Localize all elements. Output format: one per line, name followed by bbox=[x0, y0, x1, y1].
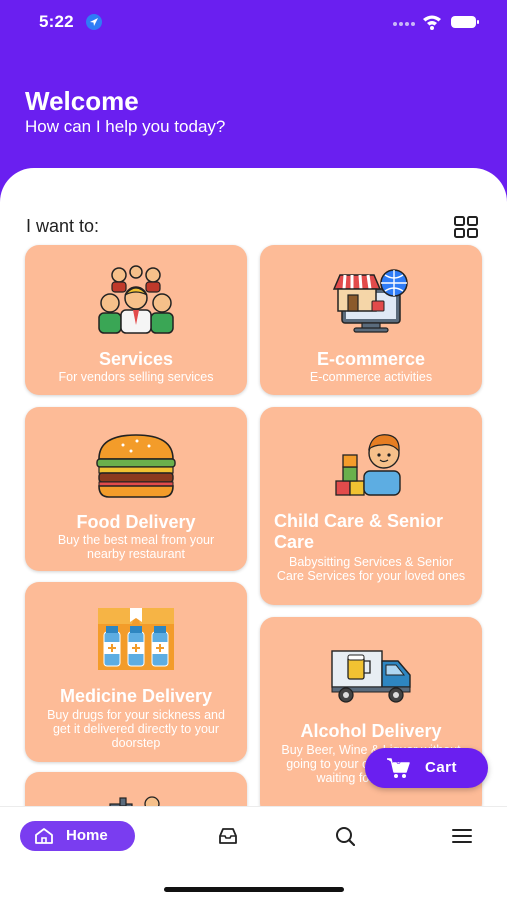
cart-button[interactable]: 0 Cart bbox=[365, 748, 488, 788]
card-services[interactable]: Services For vendors selling services bbox=[25, 245, 247, 395]
beer-truck-icon bbox=[331, 650, 411, 703]
menu-icon[interactable] bbox=[452, 828, 472, 844]
card-partial[interactable] bbox=[25, 772, 247, 808]
burger-icon bbox=[96, 434, 176, 498]
home-label: Home bbox=[66, 827, 108, 844]
card-title: Alcohol Delivery bbox=[300, 721, 442, 741]
home-icon bbox=[35, 828, 53, 844]
card-medicine-delivery[interactable]: Medicine Delivery Buy drugs for your sic… bbox=[25, 582, 247, 762]
card-ecommerce[interactable]: E-commerce E-commerce activities bbox=[260, 245, 482, 395]
status-time: 5:22 bbox=[39, 12, 74, 31]
card-title: Services bbox=[98, 349, 174, 369]
section-title: I want to: bbox=[26, 216, 100, 236]
card-title: Child Care & Senior Care bbox=[274, 511, 444, 552]
card-description: Buy drugs for your sickness and get it d… bbox=[47, 708, 225, 750]
content-sheet: I want to: Services For vendors selling … bbox=[0, 168, 507, 808]
card-food-delivery[interactable]: Food Delivery Buy the best meal from you… bbox=[25, 407, 247, 571]
online-store-icon bbox=[332, 269, 408, 333]
child-blocks-icon bbox=[335, 434, 401, 496]
grid-view-icon[interactable] bbox=[453, 216, 479, 238]
status-bar: 5:22 bbox=[0, 0, 507, 46]
inbox-icon[interactable] bbox=[218, 827, 238, 845]
card-description: E-commerce activities bbox=[309, 370, 433, 384]
cart-count-badge: 0 bbox=[396, 756, 402, 766]
welcome-title: Welcome bbox=[25, 86, 139, 116]
card-title: E-commerce bbox=[316, 349, 426, 369]
location-arrow-icon bbox=[86, 14, 102, 30]
cart-label: Cart bbox=[425, 759, 458, 776]
card-title: Medicine Delivery bbox=[59, 686, 213, 706]
bottom-nav: Home bbox=[0, 806, 507, 900]
battery-icon bbox=[451, 16, 479, 28]
card-description: For vendors selling services bbox=[58, 370, 214, 384]
card-description: Buy the best meal from your nearby resta… bbox=[57, 533, 215, 561]
search-icon[interactable] bbox=[335, 826, 355, 846]
card-child-care[interactable]: Child Care & Senior Care Babysitting Ser… bbox=[260, 407, 482, 605]
home-indicator bbox=[164, 887, 344, 892]
people-group-icon bbox=[98, 265, 174, 334]
welcome-subtitle: How can I help you today? bbox=[25, 117, 226, 136]
signal-icon bbox=[393, 22, 415, 26]
medicine-box-icon bbox=[98, 608, 174, 670]
nav-home-tab[interactable]: Home bbox=[20, 821, 135, 851]
card-title: Food Delivery bbox=[76, 512, 196, 532]
wifi-icon bbox=[423, 15, 441, 30]
card-description: Babysitting Services & Senior Care Servi… bbox=[276, 555, 466, 583]
